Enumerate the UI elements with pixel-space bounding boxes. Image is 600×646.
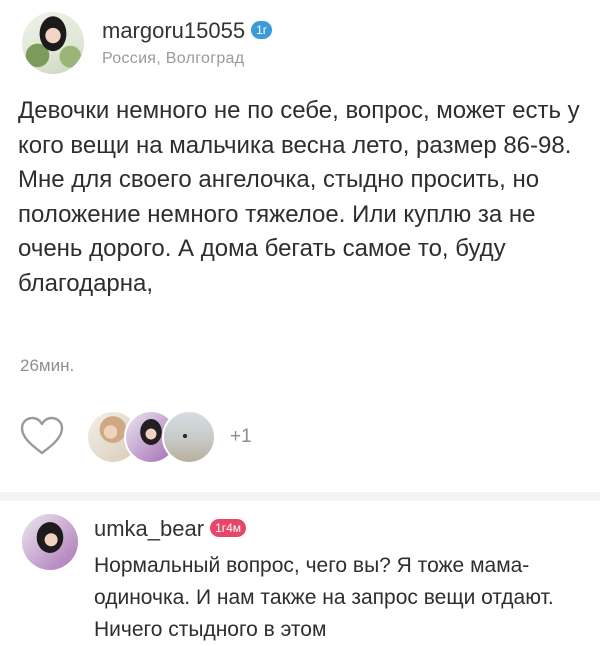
author-username[interactable]: margoru15055: [102, 18, 245, 43]
post-actions: +1: [20, 410, 580, 466]
author-avatar[interactable]: [22, 12, 84, 74]
heart-outline-icon[interactable]: [20, 416, 64, 456]
commenter-membership-badge: 1г4м: [210, 519, 247, 538]
post-timestamp: 26мин.: [20, 356, 75, 375]
comment-text: Нормальный вопрос, чего вы? Я тоже мама-…: [94, 554, 554, 641]
author-location: Россия, Волгоград: [102, 50, 245, 67]
liker-avatar[interactable]: [162, 410, 216, 464]
commenter-username-row[interactable]: umka_bear 1г4м: [94, 516, 247, 542]
author-username-row[interactable]: margoru15055 1г: [102, 18, 273, 44]
comment-item: umka_bear 1г4м Нормальный вопрос, чего вы…: [0, 502, 600, 644]
post-text: Девочки немного не по себе, вопрос, може…: [18, 97, 580, 297]
post-header: margoru15055 1г Россия, Волгоград: [22, 12, 582, 76]
commenter-avatar[interactable]: [22, 514, 78, 570]
likers-more-count[interactable]: +1: [230, 426, 252, 448]
section-divider: [0, 492, 600, 501]
commenter-username[interactable]: umka_bear: [94, 516, 204, 541]
author-membership-badge: 1г: [251, 21, 273, 40]
